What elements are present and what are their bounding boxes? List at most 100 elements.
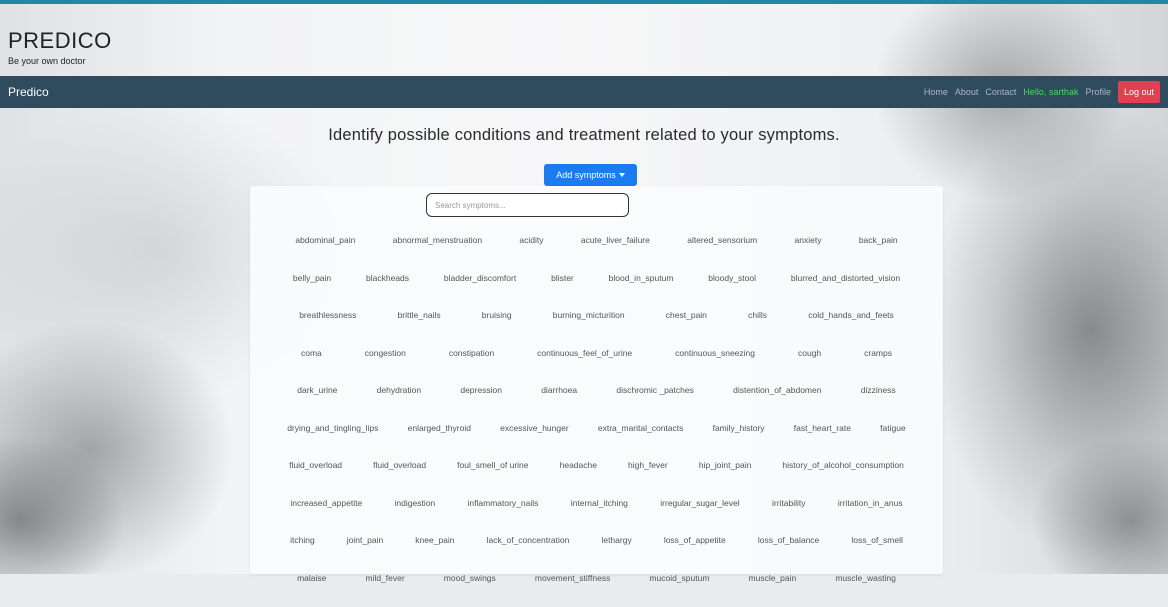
symptom-option[interactable]: joint_pain — [347, 532, 383, 545]
symptom-option[interactable]: enlarged_thyroid — [408, 420, 471, 433]
symptom-option[interactable]: loss_of_balance — [758, 532, 819, 545]
nav-contact-link[interactable]: Contact — [985, 87, 1016, 97]
symptom-option[interactable]: diarrhoea — [541, 382, 577, 395]
add-symptoms-dropdown-button[interactable]: Add symptoms — [544, 164, 637, 186]
symptom-option[interactable]: belly_pain — [293, 270, 331, 283]
symptom-option[interactable]: headache — [560, 457, 597, 470]
symptom-option[interactable]: inflammatory_nails — [468, 495, 539, 508]
symptom-option[interactable]: loss_of_appetite — [664, 532, 726, 545]
symptom-list: abdominal_pain abnormal_menstruation acidi… — [250, 232, 943, 607]
symptom-row: belly_pain blackheads bladder_discomfort bl… — [250, 270, 943, 308]
symptom-option[interactable]: irritability — [772, 495, 806, 508]
symptom-option[interactable]: fluid_overload — [373, 457, 426, 470]
symptom-option[interactable]: irritation_in_anus — [838, 495, 903, 508]
nav-home-link[interactable]: Home — [924, 87, 948, 97]
symptom-option[interactable]: dizziness — [861, 382, 896, 395]
symptom-option[interactable]: increased_appetite — [290, 495, 362, 508]
symptom-option[interactable]: extra_marital_contacts — [598, 420, 684, 433]
symptom-row: drying_and_tingling_lips enlarged_thyroid… — [250, 420, 943, 458]
symptom-option[interactable]: blister — [551, 270, 574, 283]
symptom-option[interactable]: hip_joint_pain — [699, 457, 751, 470]
top-accent-line — [0, 0, 1168, 4]
symptom-option[interactable]: mood_swings — [444, 570, 496, 583]
symptom-option[interactable]: history_of_alcohol_consumption — [782, 457, 903, 470]
symptom-option[interactable]: irregular_sugar_level — [660, 495, 739, 508]
search-symptoms-input[interactable] — [426, 193, 629, 217]
symptom-row: malaise mild_fever mood_swings movement_sti… — [250, 570, 943, 607]
symptom-option[interactable]: burning_micturition — [553, 307, 625, 320]
symptom-row: dark_urine dehydration depression diarrhoea… — [250, 382, 943, 420]
symptom-option[interactable]: loss_of_smell — [851, 532, 903, 545]
symptom-option[interactable]: high_fever — [628, 457, 668, 470]
symptom-option[interactable]: dehydration — [377, 382, 421, 395]
symptom-option[interactable]: depression — [460, 382, 502, 395]
symptom-option[interactable]: cough — [798, 345, 821, 358]
symptom-option[interactable]: acidity — [519, 232, 543, 245]
navbar-brand-link[interactable]: Predico — [8, 85, 49, 99]
symptom-option[interactable]: excessive_hunger — [500, 420, 569, 433]
symptom-option[interactable]: knee_pain — [415, 532, 454, 545]
symptom-option[interactable]: fluid_overload — [289, 457, 342, 470]
symptom-option[interactable]: anxiety — [795, 232, 822, 245]
symptom-option[interactable]: bladder_discomfort — [444, 270, 516, 283]
symptom-option[interactable]: blurred_and_distorted_vision — [791, 270, 900, 283]
symptom-option[interactable]: blackheads — [366, 270, 409, 283]
symptom-option[interactable]: chest_pain — [666, 307, 707, 320]
symptom-option[interactable]: chills — [748, 307, 767, 320]
site-title: PREDICO — [8, 28, 112, 54]
logout-button[interactable]: Log out — [1118, 81, 1160, 103]
symptom-option[interactable]: dischromic _patches — [616, 382, 693, 395]
symptom-option[interactable]: cramps — [864, 345, 892, 358]
symptom-option[interactable]: congestion — [365, 345, 406, 358]
symptom-option[interactable]: bloody_stool — [708, 270, 756, 283]
symptom-row: abdominal_pain abnormal_menstruation acidi… — [250, 232, 943, 270]
symptom-option[interactable]: mild_fever — [365, 570, 404, 583]
symptom-option[interactable]: fast_heart_rate — [794, 420, 851, 433]
symptom-option[interactable]: drying_and_tingling_lips — [287, 420, 378, 433]
symptom-row: itching joint_pain knee_pain lack_of_concen… — [250, 532, 943, 570]
symptom-row: increased_appetite indigestion inflammator… — [250, 495, 943, 533]
symptom-option[interactable]: muscle_wasting — [835, 570, 895, 583]
symptom-option[interactable]: abnormal_menstruation — [393, 232, 482, 245]
brand-header: PREDICO Be your own doctor — [8, 28, 112, 66]
nav-about-link[interactable]: About — [955, 87, 979, 97]
symptom-option[interactable]: cold_hands_and_feets — [808, 307, 894, 320]
symptom-option[interactable]: distention_of_abdomen — [733, 382, 821, 395]
caret-down-icon — [619, 173, 625, 177]
symptom-option[interactable]: movement_stiffness — [535, 570, 610, 583]
symptom-row: breathlessness brittle_nails bruising burni… — [250, 307, 943, 345]
symptom-option[interactable]: brittle_nails — [398, 307, 441, 320]
site-tagline: Be your own doctor — [8, 56, 112, 66]
navbar-links: Home About Contact Hello, sarthak Profil… — [924, 81, 1160, 103]
symptom-option[interactable]: itching — [290, 532, 315, 545]
navbar: Predico Home About Contact Hello, sartha… — [0, 76, 1168, 108]
symptom-option[interactable]: indigestion — [395, 495, 436, 508]
nav-profile-link[interactable]: Profile — [1085, 87, 1111, 97]
symptom-option[interactable]: mucoid_sputum — [649, 570, 709, 583]
symptom-option[interactable]: malaise — [297, 570, 326, 583]
symptom-option[interactable]: bruising — [482, 307, 512, 320]
symptom-option[interactable]: dark_urine — [297, 382, 337, 395]
page-headline: Identify possible conditions and treatme… — [0, 126, 1168, 145]
symptom-option[interactable]: lack_of_concentration — [487, 532, 570, 545]
symptom-option[interactable]: constipation — [449, 345, 494, 358]
symptom-option[interactable]: altered_sensorium — [687, 232, 757, 245]
nav-user-greeting: Hello, sarthak — [1023, 87, 1078, 97]
symptom-option[interactable]: coma — [301, 345, 322, 358]
symptom-option[interactable]: family_history — [713, 420, 765, 433]
symptom-option[interactable]: continuous_sneezing — [675, 345, 755, 358]
symptom-option[interactable]: muscle_pain — [749, 570, 797, 583]
symptom-option[interactable]: breathlessness — [299, 307, 356, 320]
symptom-option[interactable]: acute_liver_failure — [581, 232, 650, 245]
add-symptoms-label: Add symptoms — [556, 170, 616, 180]
symptom-option[interactable]: back_pain — [859, 232, 898, 245]
symptom-option[interactable]: continuous_feel_of_urine — [537, 345, 632, 358]
symptom-option[interactable]: fatigue — [880, 420, 906, 433]
symptom-row: coma congestion constipation continuous_fee… — [250, 345, 943, 383]
symptom-option[interactable]: blood_in_sputum — [609, 270, 674, 283]
symptom-option[interactable]: abdominal_pain — [295, 232, 355, 245]
symptom-option[interactable]: internal_itching — [571, 495, 628, 508]
symptom-option[interactable]: lethargy — [601, 532, 631, 545]
symptom-row: fluid_overload fluid_overload foul_smell_o… — [250, 457, 943, 495]
symptom-option[interactable]: foul_smell_of urine — [457, 457, 528, 470]
